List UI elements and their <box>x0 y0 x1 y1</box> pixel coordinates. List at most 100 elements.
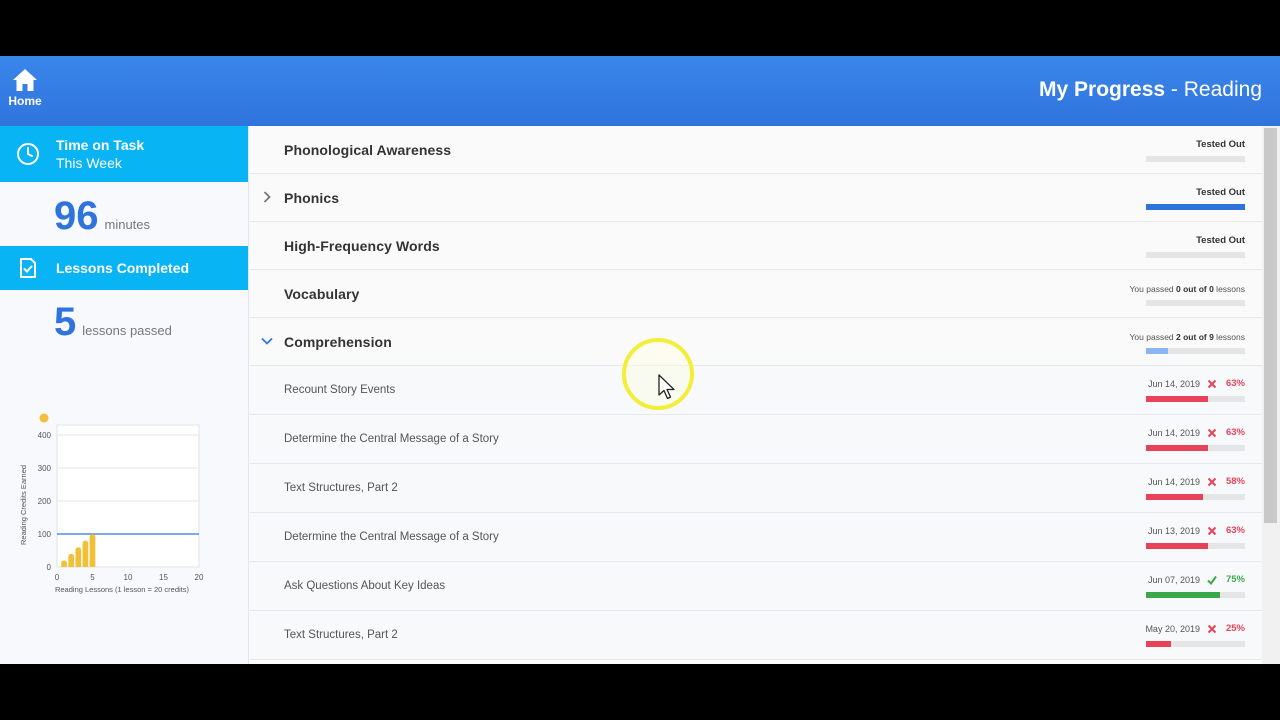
home-icon <box>13 69 37 91</box>
x-mark-icon <box>1207 624 1217 633</box>
category-row[interactable]: Phonics Tested Out <box>250 174 1262 222</box>
score-fill <box>1146 592 1221 598</box>
category-row[interactable]: Phonological Awareness Tested Out <box>250 126 1262 174</box>
chart-bar-cap <box>61 560 67 567</box>
score-bar <box>1146 494 1245 500</box>
chart-bar <box>89 537 96 567</box>
home-label: Home <box>8 94 42 108</box>
lesson-result: Jun 14, 2019 63% <box>1148 427 1245 438</box>
progress-fill <box>1146 204 1245 210</box>
lesson-row[interactable]: Determine the Central Message of a Story… <box>250 513 1262 562</box>
lesson-row[interactable]: Recount Story Events Jun 14, 2019 63% <box>250 366 1262 415</box>
time-on-task-heading: Time on Task This Week <box>56 136 144 172</box>
chart-y-tick-label: 0 <box>47 563 52 572</box>
page-title: My Progress - Reading <box>1039 78 1262 102</box>
lesson-name: Recount Story Events <box>284 384 396 396</box>
home-button[interactable]: Home <box>4 68 46 110</box>
status-prefix: You passed <box>1129 332 1177 342</box>
status-count: 2 out of 9 <box>1176 332 1214 342</box>
lesson-name: Text Structures, Part 2 <box>284 482 398 494</box>
category-row[interactable]: Comprehension You passed 2 out of 9 lesso… <box>250 318 1262 366</box>
lesson-result: Jun 07, 2019 75% <box>1148 574 1245 585</box>
chevron-down-icon[interactable] <box>260 334 274 348</box>
check-icon <box>1207 575 1217 585</box>
chart-bar-cap <box>89 534 96 540</box>
category-name: High-Frequency Words <box>284 238 440 254</box>
category-row[interactable]: High-Frequency Words Tested Out <box>250 222 1262 270</box>
app-window: Home My Progress - Reading Time on Task … <box>0 56 1280 664</box>
chart-bar <box>82 543 89 567</box>
category-row[interactable]: Vocabulary You passed 0 out of 0 lessons <box>250 270 1262 318</box>
lessons-completed-title: Lessons Completed <box>56 260 190 276</box>
chart-x-tick-label: 0 <box>55 573 60 582</box>
chart-x-tick-label: 20 <box>195 573 204 582</box>
scrollbar-thumb[interactable] <box>1264 128 1277 523</box>
score-bar <box>1146 396 1245 402</box>
score-fill <box>1146 494 1204 500</box>
lesson-result: Jun 13, 2019 63% <box>1148 525 1245 536</box>
top-header: Home My Progress - Reading <box>0 56 1280 126</box>
status-count: 0 out of 0 <box>1176 284 1214 294</box>
mouse-cursor-icon <box>658 374 675 400</box>
chart-x-tick-label: 10 <box>124 573 133 582</box>
lesson-row[interactable]: Text Structures, Part 2 Jun 14, 2019 58% <box>250 464 1262 513</box>
lesson-date: Jun 14, 2019 <box>1147 476 1200 487</box>
lesson-name: Determine the Central Message of a Story <box>284 531 499 543</box>
progress-fill <box>1146 348 1168 354</box>
lesson-score: 58% <box>1225 476 1245 487</box>
lesson-date: May 20, 2019 <box>1145 623 1200 634</box>
lesson-score: 63% <box>1225 427 1245 438</box>
time-value: 96 <box>54 194 99 238</box>
lessons-value: 5 <box>54 300 77 344</box>
lesson-result: Jun 14, 2019 63% <box>1148 378 1245 389</box>
page-title-separator: - <box>1165 78 1184 101</box>
lesson-row[interactable]: Text Structures, Part 2 May 20, 2019 25% <box>250 611 1262 660</box>
category-name: Vocabulary <box>284 286 360 302</box>
category-name: Comprehension <box>284 334 392 350</box>
score-fill <box>1146 543 1209 549</box>
score-bar <box>1146 445 1245 451</box>
lesson-row[interactable]: Determine the Central Message of a Story… <box>250 415 1262 464</box>
chart-bar-cap <box>68 553 75 560</box>
page-title-main: My Progress <box>1039 78 1166 101</box>
category-status: Tested Out <box>1196 235 1245 246</box>
checklist-icon <box>20 258 36 278</box>
lesson-result: May 20, 2019 25% <box>1145 623 1245 634</box>
lesson-row[interactable]: Ask Questions About Key Ideas Jun 07, 201… <box>250 562 1262 611</box>
stats-sidebar: Time on Task This Week 96 minutes Lesson… <box>0 126 249 664</box>
lesson-date: Jun 14, 2019 <box>1147 378 1200 389</box>
lesson-score: 25% <box>1225 623 1245 634</box>
clock-icon <box>17 143 39 165</box>
chart-x-tick-label: 5 <box>90 573 95 582</box>
time-unit: minutes <box>104 217 151 232</box>
x-mark-icon <box>1207 477 1217 486</box>
time-on-task-title: Time on Task <box>56 137 145 153</box>
lessons-stat: 5 lessons passed <box>0 290 248 346</box>
score-bar <box>1146 592 1245 598</box>
score-fill <box>1146 445 1209 451</box>
category-status: Tested Out <box>1196 187 1245 198</box>
lesson-date: Jun 07, 2019 <box>1147 574 1200 585</box>
lesson-score: 75% <box>1225 574 1245 585</box>
score-bar <box>1146 641 1245 647</box>
progress-bar <box>1146 300 1245 306</box>
chart-x-axis-label: Reading Lessons (1 lesson = 20 credits) <box>55 585 190 594</box>
lesson-name: Text Structures, Part 2 <box>284 629 398 641</box>
chart-y-tick-label: 300 <box>38 464 52 473</box>
category-status: You passed 0 out of 0 lessons <box>1130 284 1245 294</box>
status-suffix: lessons <box>1213 332 1245 342</box>
lesson-result: Jun 14, 2019 58% <box>1148 476 1245 487</box>
lesson-name: Ask Questions About Key Ideas <box>284 580 446 592</box>
time-on-task-subtitle: This Week <box>56 155 122 171</box>
chevron-right-icon[interactable] <box>260 190 274 204</box>
page-title-subject: Reading <box>1183 78 1262 101</box>
chart-y-tick-label: 100 <box>38 530 52 539</box>
skills-list: Phonological Awareness Tested Out Phonics T… <box>250 126 1262 664</box>
chart-marker-dot <box>39 413 49 423</box>
chart-y-tick-label: 200 <box>38 497 52 506</box>
scrollbar[interactable] <box>1262 126 1280 664</box>
x-mark-icon <box>1207 428 1217 437</box>
chart-bar-cap <box>82 540 89 547</box>
lesson-score: 63% <box>1225 525 1245 536</box>
lesson-date: Jun 14, 2019 <box>1147 427 1200 438</box>
